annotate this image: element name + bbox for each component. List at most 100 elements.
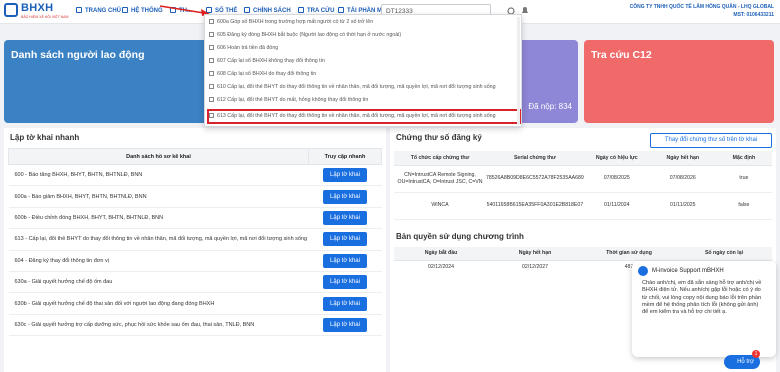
company-tax: MST: 0106433211 [733, 12, 774, 18]
table-row: 630b - Giải quyết hưởng chế độ thai sản … [8, 292, 382, 315]
create-declaration-button[interactable]: Lập tờ khai [323, 317, 367, 332]
download-icon [338, 7, 344, 13]
cert-serial: 54011658B615EA35FF0A301E2B818E07 [486, 192, 584, 220]
labor-list-title: Danh sách người lao động [11, 49, 145, 61]
license-start: 02/12/2024 [428, 264, 454, 271]
create-declaration-button[interactable]: Lập tờ khai [323, 210, 367, 225]
create-declaration-button[interactable]: Lập tờ khai [323, 232, 367, 247]
table-row: 600a - Báo giảm BHXH, BHYT, BHTN, BHTNLĐ… [8, 185, 382, 208]
cert-valid-to: 01/11/2025 [649, 192, 716, 220]
form-icon [209, 70, 214, 76]
license-title: Bản quyền sử dụng chương trình [396, 232, 524, 241]
logo-mark [4, 3, 18, 17]
quick-declaration-title: Lập tờ khai nhanh [10, 133, 80, 142]
form-icon [209, 83, 214, 89]
col-start-date: Ngày bắt đầu [394, 247, 488, 261]
form-icon [209, 96, 214, 102]
cert-default: true [715, 165, 772, 193]
support-avatar [638, 266, 648, 276]
table-row: 613 - Cấp lại, đổi thẻ BHYT do thay đổi … [8, 228, 382, 251]
cert-issuer: WINCA [394, 192, 486, 220]
dropdown-scrollbar[interactable] [517, 17, 520, 125]
table-row[interactable]: CN=IntrustCA Remote Signing, OU=IntrustC… [394, 165, 772, 193]
cert-serial: 78526A8B09D8E6C5572A78F2535AA689 [486, 165, 584, 193]
cert-valid-from: 01/11/2024 [583, 192, 650, 220]
certificate-title: Chứng thư số đăng ký [396, 133, 482, 142]
create-declaration-button[interactable]: Lập tờ khai [323, 189, 367, 204]
dropdown-item[interactable]: 607 Cấp lại sổ BHXH không thay đổi thông… [209, 57, 325, 66]
cert-issuer: CN=IntrustCA Remote Signing, OU=IntrustC… [394, 165, 486, 193]
declaration-name: 613 - Cấp lại, đổi thẻ BHYT do thay đổi … [8, 228, 309, 251]
create-declaration-button[interactable]: Lập tờ khai [323, 296, 367, 311]
certificate-table: Tổ chức cấp chứng thư Serial chứng thư N… [394, 151, 772, 220]
bhxh-logo[interactable]: BHXH BẢO HIỂM XÃ HỘI VIỆT NAM [4, 2, 68, 22]
dropdown-item[interactable]: 605 Đăng ký đóng BHXH bắt buộc (Người la… [209, 31, 401, 40]
table-row: 600b - Điều chỉnh đóng BHXH, BHYT, BHTN,… [8, 207, 382, 230]
declaration-name: 630a - Giải quyết hưởng chế độ ốm đau [8, 271, 309, 294]
form-icon [209, 18, 214, 24]
create-declaration-button[interactable]: Lập tờ khai [323, 253, 367, 268]
dropdown-item[interactable]: 610 Cấp lại, đổi thẻ BHYT do thay đổi th… [209, 83, 496, 92]
dropdown-item[interactable]: 608 Cấp lại sổ BHXH do thay đổi thông ti… [209, 70, 316, 79]
dropdown-item[interactable]: 606 Hoàn trả tiền đã đóng [209, 44, 278, 53]
declaration-name: 604 - Đăng ký thay đổi thông tin đơn vị [8, 250, 309, 272]
col-days-left: Số ngày còn lại [676, 247, 772, 261]
dropdown-item-label: 608 Cấp lại sổ BHXH do thay đổi thông ti… [217, 71, 317, 77]
dropdown-item-label: 612 Cấp lại, đổi thẻ BHYT do mất, hỏng k… [217, 97, 369, 103]
nav-system[interactable]: HỆ THỐNG [122, 7, 163, 14]
table-row: 630a - Giải quyết hưởng chế độ ốm đau Lập… [8, 271, 382, 294]
declaration-name: 630c - Giải quyết hưởng trợ cấp dưỡng sứ… [8, 314, 309, 337]
table-row: 600 - Báo tăng BHXH, BHYT, BHTN, BHTNLĐ,… [8, 164, 382, 187]
table-row[interactable]: WINCA 54011658B615EA35FF0A301E2B818E07 0… [394, 192, 772, 220]
logo-text: BHXH [21, 2, 54, 14]
company-info: CÔNG TY TNHH QUỐC TẾ LÂM HỒNG QUÂN - LHQ… [630, 3, 774, 19]
dropdown-item-label: 605 Đăng ký đóng BHXH bắt buộc (Người la… [217, 32, 402, 38]
license-end: 02/12/2027 [522, 264, 548, 271]
col-default: Mặc định [715, 151, 772, 166]
highlight-box [207, 109, 521, 124]
support-chat-popup[interactable]: M-invoice Support mBHXH Chào anh/chị, em… [632, 261, 776, 357]
submitted-count: Đã nộp: 834 [528, 102, 572, 111]
col-declaration-list: Danh sách hồ sơ kê khai [8, 148, 309, 165]
declaration-name: 600 - Báo tăng BHXH, BHYT, BHTN, BHTNLĐ,… [8, 164, 309, 187]
c12-lookup-card[interactable]: Tra cứu C12 [584, 40, 774, 123]
quick-declaration-panel: Lập tờ khai nhanh Danh sách hồ sơ kê kha… [4, 128, 386, 372]
policy-icon [244, 7, 250, 13]
form-icon [209, 31, 214, 37]
cert-valid-to: 07/08/2026 [649, 165, 716, 193]
col-end-date: Ngày hết hạn [488, 247, 582, 261]
nav-home-label: TRANG CHỦ [85, 8, 121, 14]
col-quick-access: Truy cập nhanh [308, 148, 382, 165]
dropdown-item[interactable]: 600a Góp số BHXH trong trường hợp mất ng… [209, 18, 373, 27]
cert-valid-from: 07/08/2025 [583, 165, 650, 193]
col-usage-time: Thời gian sử dụng [582, 247, 676, 261]
logo-subtitle: BẢO HIỂM XÃ HỘI VIỆT NAM [21, 15, 69, 19]
change-certificate-button[interactable]: Thay đổi chứng thư số trên tờ khai [650, 133, 772, 148]
dropdown-item[interactable]: 612 Cấp lại, đổi thẻ BHYT do mất, hỏng k… [209, 96, 368, 105]
search-icon [298, 7, 304, 13]
chat-title: M-invoice Support mBHXH [652, 268, 724, 274]
dropdown-item-label: 606 Hoàn trả tiền đã đóng [217, 45, 279, 51]
table-row: 604 - Đăng ký thay đổi thông tin đơn vị L… [8, 250, 382, 272]
create-declaration-button[interactable]: Lập tờ khai [323, 275, 367, 290]
quick-declaration-table: Danh sách hồ sơ kê khai Truy cập nhanh 6… [8, 148, 382, 337]
col-valid-from: Ngày có hiệu lực [583, 151, 650, 166]
col-issuer: Tổ chức cấp chứng thư [394, 151, 486, 166]
table-row: 630c - Giải quyết hưởng trợ cấp dưỡng sứ… [8, 314, 382, 337]
nav-policy[interactable]: CHÍNH SÁCH [244, 7, 291, 14]
create-declaration-button[interactable]: Lập tờ khai [323, 168, 367, 183]
declaration-name: 600b - Điều chỉnh đóng BHXH, BHYT, BHTN,… [8, 207, 309, 230]
so-the-dropdown-menu: 600a Góp số BHXH trong trường hợp mất ng… [204, 14, 522, 127]
nav-lookup[interactable]: TRA CỨU [298, 7, 334, 14]
dropdown-item-label: 610 Cấp lại, đổi thẻ BHYT do thay đổi th… [217, 84, 496, 90]
form-icon [209, 57, 214, 63]
cert-default: false [715, 192, 772, 220]
home-icon [76, 7, 82, 13]
nav-home[interactable]: TRANG CHỦ [76, 7, 121, 14]
declaration-name: 630b - Giải quyết hưởng chế độ thai sản … [8, 292, 309, 315]
form-icon [209, 44, 214, 50]
col-serial: Serial chứng thư [486, 151, 584, 166]
chat-notification-badge: 1 [752, 350, 760, 358]
c12-lookup-title: Tra cứu C12 [591, 49, 652, 61]
system-icon [122, 7, 128, 13]
